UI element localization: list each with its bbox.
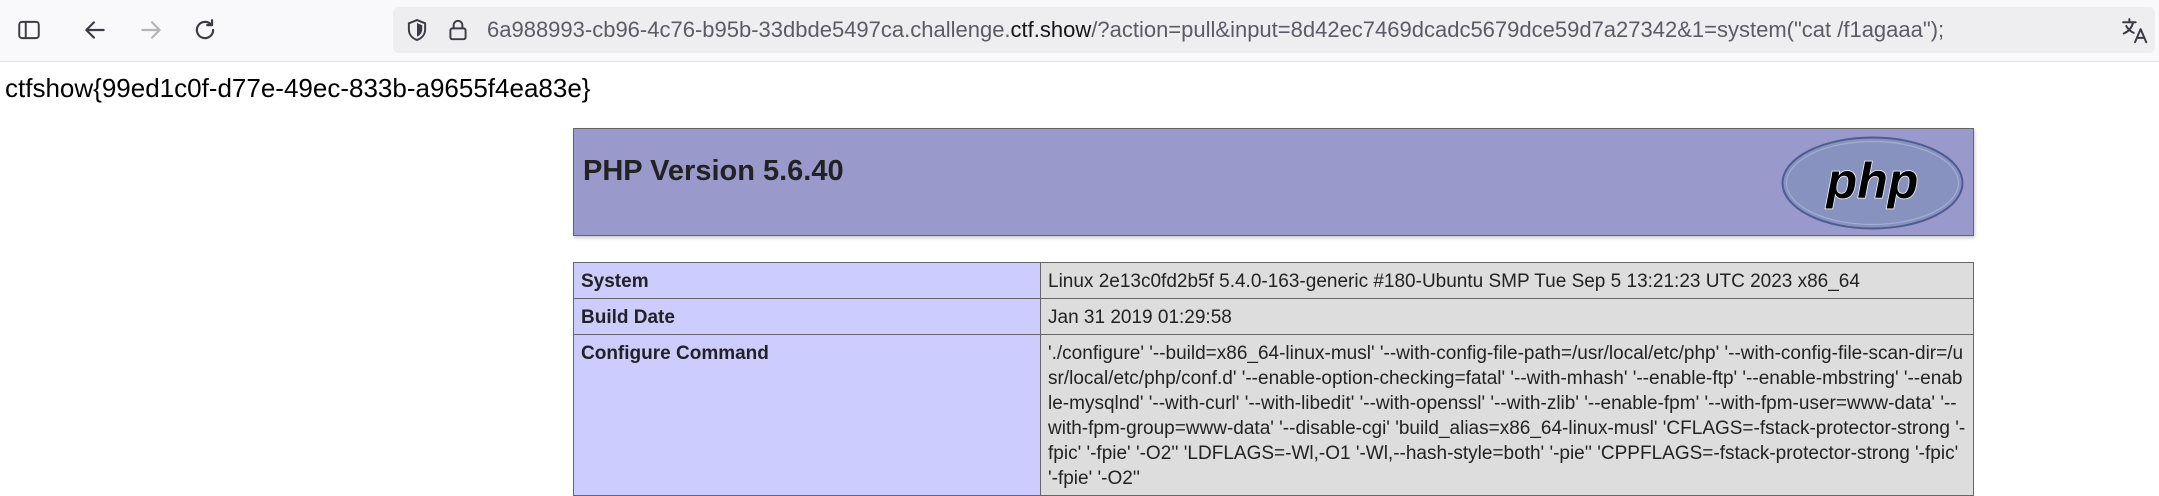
php-version-header: PHP Version 5.6.40 php <box>573 128 1974 236</box>
url-prefix: 6a988993-cb96-4c76-b95b-33dbde5497ca.cha… <box>487 17 1011 42</box>
row-key: System <box>573 262 1041 299</box>
sidebar-icon[interactable] <box>11 12 47 48</box>
url-suffix: /?action=pull&input=8d42ec7469dcadc5679d… <box>1091 17 1945 42</box>
row-key: Configure Command <box>573 334 1041 496</box>
php-logo-icon: php <box>1781 136 1964 230</box>
row-value: Linux 2e13c0fd2b5f 5.4.0-163-generic #18… <box>1040 262 1974 299</box>
table-row: Configure Command './configure' '--build… <box>573 334 1974 496</box>
lock-icon[interactable] <box>445 17 471 43</box>
row-value: './configure' '--build=x86_64-linux-musl… <box>1040 334 1974 496</box>
php-version-title: PHP Version 5.6.40 <box>583 155 844 187</box>
table-row: Build Date Jan 31 2019 01:29:58 <box>573 298 1974 335</box>
forward-arrow-icon[interactable] <box>133 12 169 48</box>
flag-output: ctfshow{99ed1c0f-d77e-49ec-833b-a9655f4e… <box>5 73 591 103</box>
url-text[interactable]: 6a988993-cb96-4c76-b95b-33dbde5497ca.cha… <box>487 7 1944 53</box>
url-host: ctf.show <box>1010 17 1092 42</box>
translate-icon[interactable] <box>2120 16 2150 46</box>
row-value: Jan 31 2019 01:29:58 <box>1040 298 1974 335</box>
reload-icon[interactable] <box>187 12 223 48</box>
php-logo-text: php <box>1825 153 1919 209</box>
shield-icon[interactable] <box>404 17 430 43</box>
browser-toolbar: 6a988993-cb96-4c76-b95b-33dbde5497ca.cha… <box>0 0 2159 62</box>
row-key: Build Date <box>573 298 1041 335</box>
table-row: System Linux 2e13c0fd2b5f 5.4.0-163-gene… <box>573 262 1974 299</box>
back-arrow-icon[interactable] <box>77 12 113 48</box>
url-bar[interactable]: 6a988993-cb96-4c76-b95b-33dbde5497ca.cha… <box>393 7 2155 53</box>
php-info-table: System Linux 2e13c0fd2b5f 5.4.0-163-gene… <box>573 262 1974 496</box>
